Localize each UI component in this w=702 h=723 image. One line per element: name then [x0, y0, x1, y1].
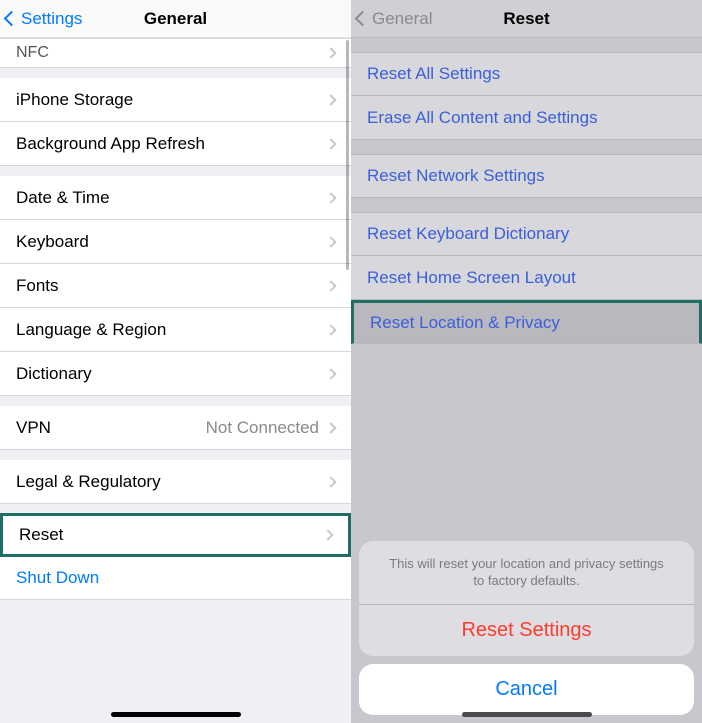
- chevron-right-icon: [325, 192, 336, 203]
- row-label: Keyboard: [16, 232, 327, 252]
- action-sheet-message: This will reset your location and privac…: [359, 541, 694, 605]
- row-fonts[interactable]: Fonts: [0, 264, 351, 308]
- row-reset-all-settings[interactable]: Reset All Settings: [351, 52, 702, 96]
- back-button[interactable]: Settings: [6, 9, 82, 29]
- row-language-region[interactable]: Language & Region: [0, 308, 351, 352]
- row-label: Reset Keyboard Dictionary: [367, 224, 686, 244]
- chevron-right-icon: [325, 94, 336, 105]
- row-label: Fonts: [16, 276, 327, 296]
- row-label: VPN: [16, 418, 206, 438]
- chevron-right-icon: [325, 476, 336, 487]
- row-label: Legal & Regulatory: [16, 472, 327, 492]
- row-value: Not Connected: [206, 418, 319, 438]
- row-keyboard[interactable]: Keyboard: [0, 220, 351, 264]
- chevron-right-icon: [325, 47, 336, 58]
- scrollbar[interactable]: [346, 40, 349, 270]
- chevron-right-icon: [325, 236, 336, 247]
- back-label: Settings: [21, 9, 82, 29]
- chevron-right-icon: [325, 324, 336, 335]
- action-sheet: This will reset your location and privac…: [351, 533, 702, 723]
- row-dictionary[interactable]: Dictionary: [0, 352, 351, 396]
- row-label: Erase All Content and Settings: [367, 108, 686, 128]
- row-background-app-refresh[interactable]: Background App Refresh: [0, 122, 351, 166]
- row-label: Reset Location & Privacy: [370, 313, 683, 333]
- row-label: Shut Down: [16, 568, 335, 588]
- reset-screen: General Reset Reset All Settings Erase A…: [351, 0, 702, 723]
- row-label: Background App Refresh: [16, 134, 327, 154]
- chevron-right-icon: [325, 422, 336, 433]
- cancel-button[interactable]: Cancel: [359, 664, 694, 715]
- general-settings-screen: Settings General NFC iPhone Storage Back…: [0, 0, 351, 723]
- chevron-left-icon: [4, 11, 20, 27]
- row-vpn[interactable]: VPN Not Connected: [0, 406, 351, 450]
- row-reset-home-screen-layout[interactable]: Reset Home Screen Layout: [351, 256, 702, 300]
- chevron-right-icon: [325, 280, 336, 291]
- row-label: Reset Home Screen Layout: [367, 268, 686, 288]
- home-indicator[interactable]: [111, 712, 241, 717]
- row-label: Reset All Settings: [367, 64, 686, 84]
- back-button[interactable]: General: [357, 9, 432, 29]
- reset-settings-button[interactable]: Reset Settings: [359, 605, 694, 656]
- row-date-time[interactable]: Date & Time: [0, 176, 351, 220]
- settings-list: NFC iPhone Storage Background App Refres…: [0, 38, 351, 723]
- row-erase-all-content[interactable]: Erase All Content and Settings: [351, 96, 702, 140]
- back-label: General: [372, 9, 432, 29]
- action-sheet-card: This will reset your location and privac…: [359, 541, 694, 656]
- row-shut-down[interactable]: Shut Down: [0, 556, 351, 600]
- row-label: Reset: [19, 525, 324, 545]
- chevron-left-icon: [355, 11, 371, 27]
- row-nfc[interactable]: NFC: [0, 38, 351, 68]
- row-label: Date & Time: [16, 188, 327, 208]
- row-label: NFC: [16, 44, 327, 62]
- row-label: Reset Network Settings: [367, 166, 686, 186]
- row-reset-network-settings[interactable]: Reset Network Settings: [351, 154, 702, 198]
- nav-bar: General Reset: [351, 0, 702, 38]
- chevron-right-icon: [325, 368, 336, 379]
- row-legal-regulatory[interactable]: Legal & Regulatory: [0, 460, 351, 504]
- row-reset-keyboard-dictionary[interactable]: Reset Keyboard Dictionary: [351, 212, 702, 256]
- nav-bar: Settings General: [0, 0, 351, 38]
- home-indicator[interactable]: [462, 712, 592, 717]
- row-label: iPhone Storage: [16, 90, 327, 110]
- chevron-right-icon: [322, 529, 333, 540]
- row-reset-location-privacy[interactable]: Reset Location & Privacy: [351, 300, 702, 344]
- chevron-right-icon: [325, 138, 336, 149]
- row-label: Dictionary: [16, 364, 327, 384]
- row-iphone-storage[interactable]: iPhone Storage: [0, 78, 351, 122]
- row-label: Language & Region: [16, 320, 327, 340]
- row-reset[interactable]: Reset: [0, 513, 351, 557]
